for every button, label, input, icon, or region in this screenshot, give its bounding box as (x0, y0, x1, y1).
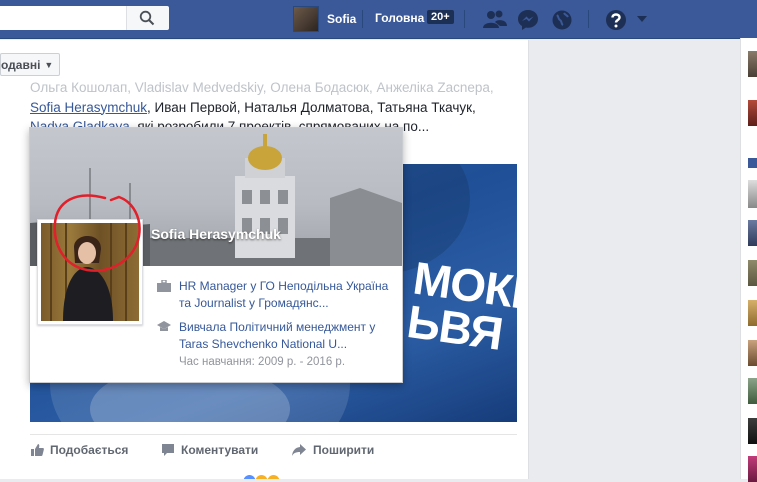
top-navigation-bar: Sofia Головна 20+ (0, 0, 757, 39)
hovercard-education-text[interactable]: Вивчала Політичний менеджмент у Taras Sh… (179, 320, 375, 351)
comment-label: Коментувати (181, 443, 259, 457)
hovercard-name[interactable]: Sofia Herasymchuk (151, 226, 281, 242)
friend-requests-icon[interactable] (482, 9, 508, 29)
help-icon[interactable] (605, 9, 627, 31)
divider (30, 434, 517, 435)
contact-avatar[interactable] (748, 418, 757, 444)
contact-avatar[interactable] (748, 378, 757, 404)
avatar (293, 6, 319, 32)
share-icon (292, 444, 306, 456)
profile-name: Sofia (327, 12, 357, 26)
profile-link-sofia[interactable]: Sofia Herasymchuk (30, 100, 147, 115)
like-button[interactable]: Подобається (30, 443, 128, 457)
contact-avatar[interactable] (748, 51, 757, 77)
hovercard-education-row: Вивчала Політичний менеджмент у Taras Sh… (157, 319, 394, 371)
contact-avatar[interactable] (748, 220, 757, 246)
hovercard-education-years: Час навчання: 2009 р. - 2016 р. (179, 356, 346, 368)
caret-down-icon: ▼ (44, 59, 54, 70)
messenger-icon[interactable] (517, 9, 539, 31)
separator (362, 10, 363, 28)
contact-avatar[interactable] (748, 260, 757, 286)
briefcase-icon (157, 280, 171, 292)
contact-avatar[interactable] (748, 340, 757, 366)
separator (464, 10, 465, 28)
home-notification-badge: 20+ (427, 10, 454, 24)
like-label: Подобається (50, 443, 129, 457)
like-icon (31, 444, 44, 456)
red-annotation-circle (53, 194, 141, 272)
reactions-icons (243, 475, 280, 479)
search-button[interactable] (126, 6, 169, 30)
comment-icon (162, 444, 174, 456)
profile-hovercard: Sofia Herasymchuk HR Manager у ГО Неподі… (29, 127, 403, 383)
contact-avatar[interactable] (748, 180, 757, 208)
hovercard-education: Вивчала Політичний менеджмент у Taras Sh… (179, 319, 394, 371)
contact-avatar[interactable] (748, 100, 757, 126)
graduation-cap-icon (157, 321, 171, 331)
contact-avatar[interactable] (748, 158, 757, 168)
contact-avatar[interactable] (748, 300, 757, 326)
contact-avatar[interactable] (748, 456, 757, 482)
chevron-down-icon[interactable] (636, 15, 648, 23)
feed-sort-label: одавні (1, 57, 41, 72)
chat-sidebar (740, 38, 757, 482)
flag-text: МОКР ЬВЯ (403, 251, 517, 360)
home-link[interactable]: Головна (375, 11, 424, 25)
share-button[interactable]: Поширити (291, 443, 374, 457)
post-text-line: Sofia Herasymchuk, Иван Первой, Наталья … (30, 98, 510, 118)
feed-sort-dropdown[interactable]: одавні ▼ (0, 53, 60, 76)
post-text-line: Ольга Кошолап, Vladislav Medvedskiy, Оле… (30, 80, 494, 95)
comment-button[interactable]: Коментувати (161, 443, 258, 457)
hovercard-work-row: HR Manager у ГО Неподільна Україна та Jo… (157, 278, 394, 312)
separator (588, 10, 589, 28)
search-icon (139, 10, 155, 26)
post-text-fragment: , Иван Первой, Наталья Долматова, Татьян… (147, 99, 476, 115)
share-label: Поширити (313, 443, 375, 457)
profile-link[interactable]: Sofia (293, 6, 356, 32)
hovercard-work[interactable]: HR Manager у ГО Неподільна Україна та Jo… (179, 278, 394, 312)
notifications-globe-icon[interactable] (551, 9, 573, 31)
